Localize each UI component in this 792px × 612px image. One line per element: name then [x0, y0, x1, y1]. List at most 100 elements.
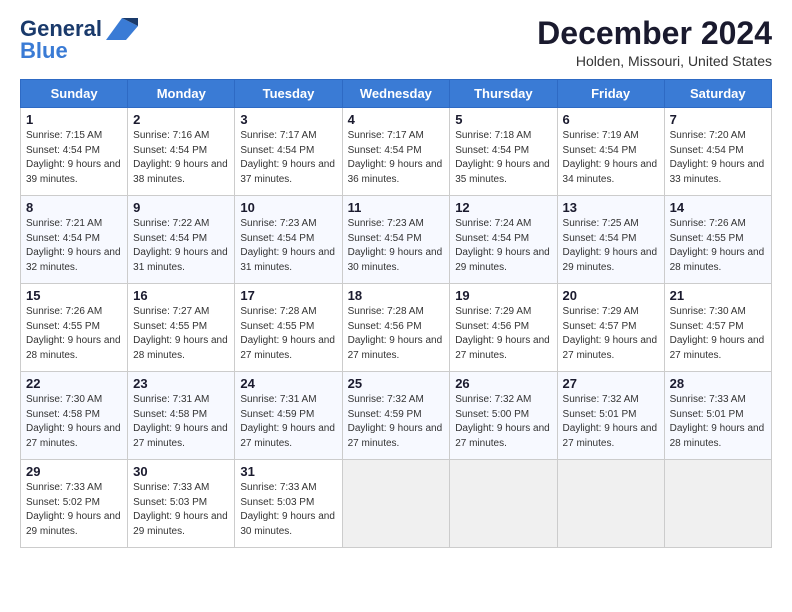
col-thursday: Thursday — [450, 80, 557, 108]
logo-blue: Blue — [20, 38, 68, 64]
calendar-day-cell: 6 Sunrise: 7:19 AMSunset: 4:54 PMDayligh… — [557, 108, 664, 196]
calendar-day-cell: 21 Sunrise: 7:30 AMSunset: 4:57 PMDaylig… — [664, 284, 771, 372]
col-monday: Monday — [128, 80, 235, 108]
day-info: Sunrise: 7:25 AMSunset: 4:54 PMDaylight:… — [563, 218, 658, 273]
day-number: 25 — [348, 376, 445, 391]
col-wednesday: Wednesday — [342, 80, 450, 108]
calendar-day-cell: 10 Sunrise: 7:23 AMSunset: 4:54 PMDaylig… — [235, 196, 342, 284]
day-info: Sunrise: 7:20 AMSunset: 4:54 PMDaylight:… — [670, 130, 765, 185]
calendar-day-cell: 17 Sunrise: 7:28 AMSunset: 4:55 PMDaylig… — [235, 284, 342, 372]
day-number: 31 — [240, 464, 336, 479]
day-info: Sunrise: 7:22 AMSunset: 4:54 PMDaylight:… — [133, 218, 228, 273]
day-number: 8 — [26, 200, 122, 215]
day-number: 20 — [563, 288, 659, 303]
calendar-day-cell: 19 Sunrise: 7:29 AMSunset: 4:56 PMDaylig… — [450, 284, 557, 372]
day-info: Sunrise: 7:32 AMSunset: 5:00 PMDaylight:… — [455, 394, 550, 449]
calendar-week-row: 1 Sunrise: 7:15 AMSunset: 4:54 PMDayligh… — [21, 108, 772, 196]
day-number: 27 — [563, 376, 659, 391]
calendar-day-cell: 26 Sunrise: 7:32 AMSunset: 5:00 PMDaylig… — [450, 372, 557, 460]
day-info: Sunrise: 7:32 AMSunset: 5:01 PMDaylight:… — [563, 394, 658, 449]
day-number: 2 — [133, 112, 229, 127]
calendar-day-cell: 5 Sunrise: 7:18 AMSunset: 4:54 PMDayligh… — [450, 108, 557, 196]
logo-icon — [106, 18, 138, 40]
day-info: Sunrise: 7:33 AMSunset: 5:03 PMDaylight:… — [240, 482, 335, 537]
day-info: Sunrise: 7:17 AMSunset: 4:54 PMDaylight:… — [348, 130, 443, 185]
calendar-week-row: 22 Sunrise: 7:30 AMSunset: 4:58 PMDaylig… — [21, 372, 772, 460]
day-info: Sunrise: 7:30 AMSunset: 4:57 PMDaylight:… — [670, 306, 765, 361]
day-info: Sunrise: 7:17 AMSunset: 4:54 PMDaylight:… — [240, 130, 335, 185]
calendar-day-cell: 31 Sunrise: 7:33 AMSunset: 5:03 PMDaylig… — [235, 460, 342, 548]
calendar-day-cell: 7 Sunrise: 7:20 AMSunset: 4:54 PMDayligh… — [664, 108, 771, 196]
logo: General Blue — [20, 16, 138, 64]
calendar-day-cell: 15 Sunrise: 7:26 AMSunset: 4:55 PMDaylig… — [21, 284, 128, 372]
day-number: 13 — [563, 200, 659, 215]
calendar-day-cell: 3 Sunrise: 7:17 AMSunset: 4:54 PMDayligh… — [235, 108, 342, 196]
day-info: Sunrise: 7:21 AMSunset: 4:54 PMDaylight:… — [26, 218, 121, 273]
day-info: Sunrise: 7:18 AMSunset: 4:54 PMDaylight:… — [455, 130, 550, 185]
calendar-day-cell: 16 Sunrise: 7:27 AMSunset: 4:55 PMDaylig… — [128, 284, 235, 372]
calendar-table: Sunday Monday Tuesday Wednesday Thursday… — [20, 79, 772, 548]
col-tuesday: Tuesday — [235, 80, 342, 108]
day-number: 24 — [240, 376, 336, 391]
day-info: Sunrise: 7:28 AMSunset: 4:55 PMDaylight:… — [240, 306, 335, 361]
calendar-day-cell: 28 Sunrise: 7:33 AMSunset: 5:01 PMDaylig… — [664, 372, 771, 460]
day-number: 6 — [563, 112, 659, 127]
day-number: 30 — [133, 464, 229, 479]
month-title: December 2024 — [537, 16, 772, 51]
day-info: Sunrise: 7:29 AMSunset: 4:56 PMDaylight:… — [455, 306, 550, 361]
calendar-day-cell: 2 Sunrise: 7:16 AMSunset: 4:54 PMDayligh… — [128, 108, 235, 196]
calendar-day-cell: 23 Sunrise: 7:31 AMSunset: 4:58 PMDaylig… — [128, 372, 235, 460]
page: General Blue December 2024 Holden, Misso… — [0, 0, 792, 612]
calendar-day-cell: 20 Sunrise: 7:29 AMSunset: 4:57 PMDaylig… — [557, 284, 664, 372]
day-number: 11 — [348, 200, 445, 215]
calendar-day-cell — [557, 460, 664, 548]
day-info: Sunrise: 7:29 AMSunset: 4:57 PMDaylight:… — [563, 306, 658, 361]
day-number: 22 — [26, 376, 122, 391]
day-number: 18 — [348, 288, 445, 303]
day-info: Sunrise: 7:23 AMSunset: 4:54 PMDaylight:… — [348, 218, 443, 273]
day-number: 26 — [455, 376, 551, 391]
day-number: 21 — [670, 288, 766, 303]
day-info: Sunrise: 7:26 AMSunset: 4:55 PMDaylight:… — [670, 218, 765, 273]
calendar-day-cell: 12 Sunrise: 7:24 AMSunset: 4:54 PMDaylig… — [450, 196, 557, 284]
calendar-day-cell: 29 Sunrise: 7:33 AMSunset: 5:02 PMDaylig… — [21, 460, 128, 548]
calendar-day-cell — [664, 460, 771, 548]
calendar-week-row: 29 Sunrise: 7:33 AMSunset: 5:02 PMDaylig… — [21, 460, 772, 548]
day-number: 19 — [455, 288, 551, 303]
calendar-day-cell: 18 Sunrise: 7:28 AMSunset: 4:56 PMDaylig… — [342, 284, 450, 372]
calendar-day-cell: 1 Sunrise: 7:15 AMSunset: 4:54 PMDayligh… — [21, 108, 128, 196]
calendar-day-cell: 4 Sunrise: 7:17 AMSunset: 4:54 PMDayligh… — [342, 108, 450, 196]
calendar-day-cell: 11 Sunrise: 7:23 AMSunset: 4:54 PMDaylig… — [342, 196, 450, 284]
day-number: 4 — [348, 112, 445, 127]
day-number: 15 — [26, 288, 122, 303]
day-info: Sunrise: 7:26 AMSunset: 4:55 PMDaylight:… — [26, 306, 121, 361]
day-number: 10 — [240, 200, 336, 215]
day-info: Sunrise: 7:31 AMSunset: 4:58 PMDaylight:… — [133, 394, 228, 449]
day-info: Sunrise: 7:33 AMSunset: 5:01 PMDaylight:… — [670, 394, 765, 449]
day-info: Sunrise: 7:19 AMSunset: 4:54 PMDaylight:… — [563, 130, 658, 185]
day-info: Sunrise: 7:24 AMSunset: 4:54 PMDaylight:… — [455, 218, 550, 273]
calendar-day-cell: 24 Sunrise: 7:31 AMSunset: 4:59 PMDaylig… — [235, 372, 342, 460]
day-number: 17 — [240, 288, 336, 303]
day-info: Sunrise: 7:23 AMSunset: 4:54 PMDaylight:… — [240, 218, 335, 273]
day-info: Sunrise: 7:33 AMSunset: 5:03 PMDaylight:… — [133, 482, 228, 537]
calendar-day-cell: 27 Sunrise: 7:32 AMSunset: 5:01 PMDaylig… — [557, 372, 664, 460]
day-number: 5 — [455, 112, 551, 127]
day-number: 9 — [133, 200, 229, 215]
day-info: Sunrise: 7:27 AMSunset: 4:55 PMDaylight:… — [133, 306, 228, 361]
calendar-day-cell: 13 Sunrise: 7:25 AMSunset: 4:54 PMDaylig… — [557, 196, 664, 284]
title-block: December 2024 Holden, Missouri, United S… — [537, 16, 772, 69]
day-number: 3 — [240, 112, 336, 127]
calendar-day-cell: 22 Sunrise: 7:30 AMSunset: 4:58 PMDaylig… — [21, 372, 128, 460]
day-info: Sunrise: 7:30 AMSunset: 4:58 PMDaylight:… — [26, 394, 121, 449]
calendar-day-cell: 14 Sunrise: 7:26 AMSunset: 4:55 PMDaylig… — [664, 196, 771, 284]
day-info: Sunrise: 7:28 AMSunset: 4:56 PMDaylight:… — [348, 306, 443, 361]
day-number: 23 — [133, 376, 229, 391]
calendar-day-cell: 8 Sunrise: 7:21 AMSunset: 4:54 PMDayligh… — [21, 196, 128, 284]
calendar-week-row: 15 Sunrise: 7:26 AMSunset: 4:55 PMDaylig… — [21, 284, 772, 372]
day-number: 14 — [670, 200, 766, 215]
col-saturday: Saturday — [664, 80, 771, 108]
calendar-day-cell — [450, 460, 557, 548]
calendar-day-cell: 9 Sunrise: 7:22 AMSunset: 4:54 PMDayligh… — [128, 196, 235, 284]
header: General Blue December 2024 Holden, Misso… — [20, 16, 772, 69]
